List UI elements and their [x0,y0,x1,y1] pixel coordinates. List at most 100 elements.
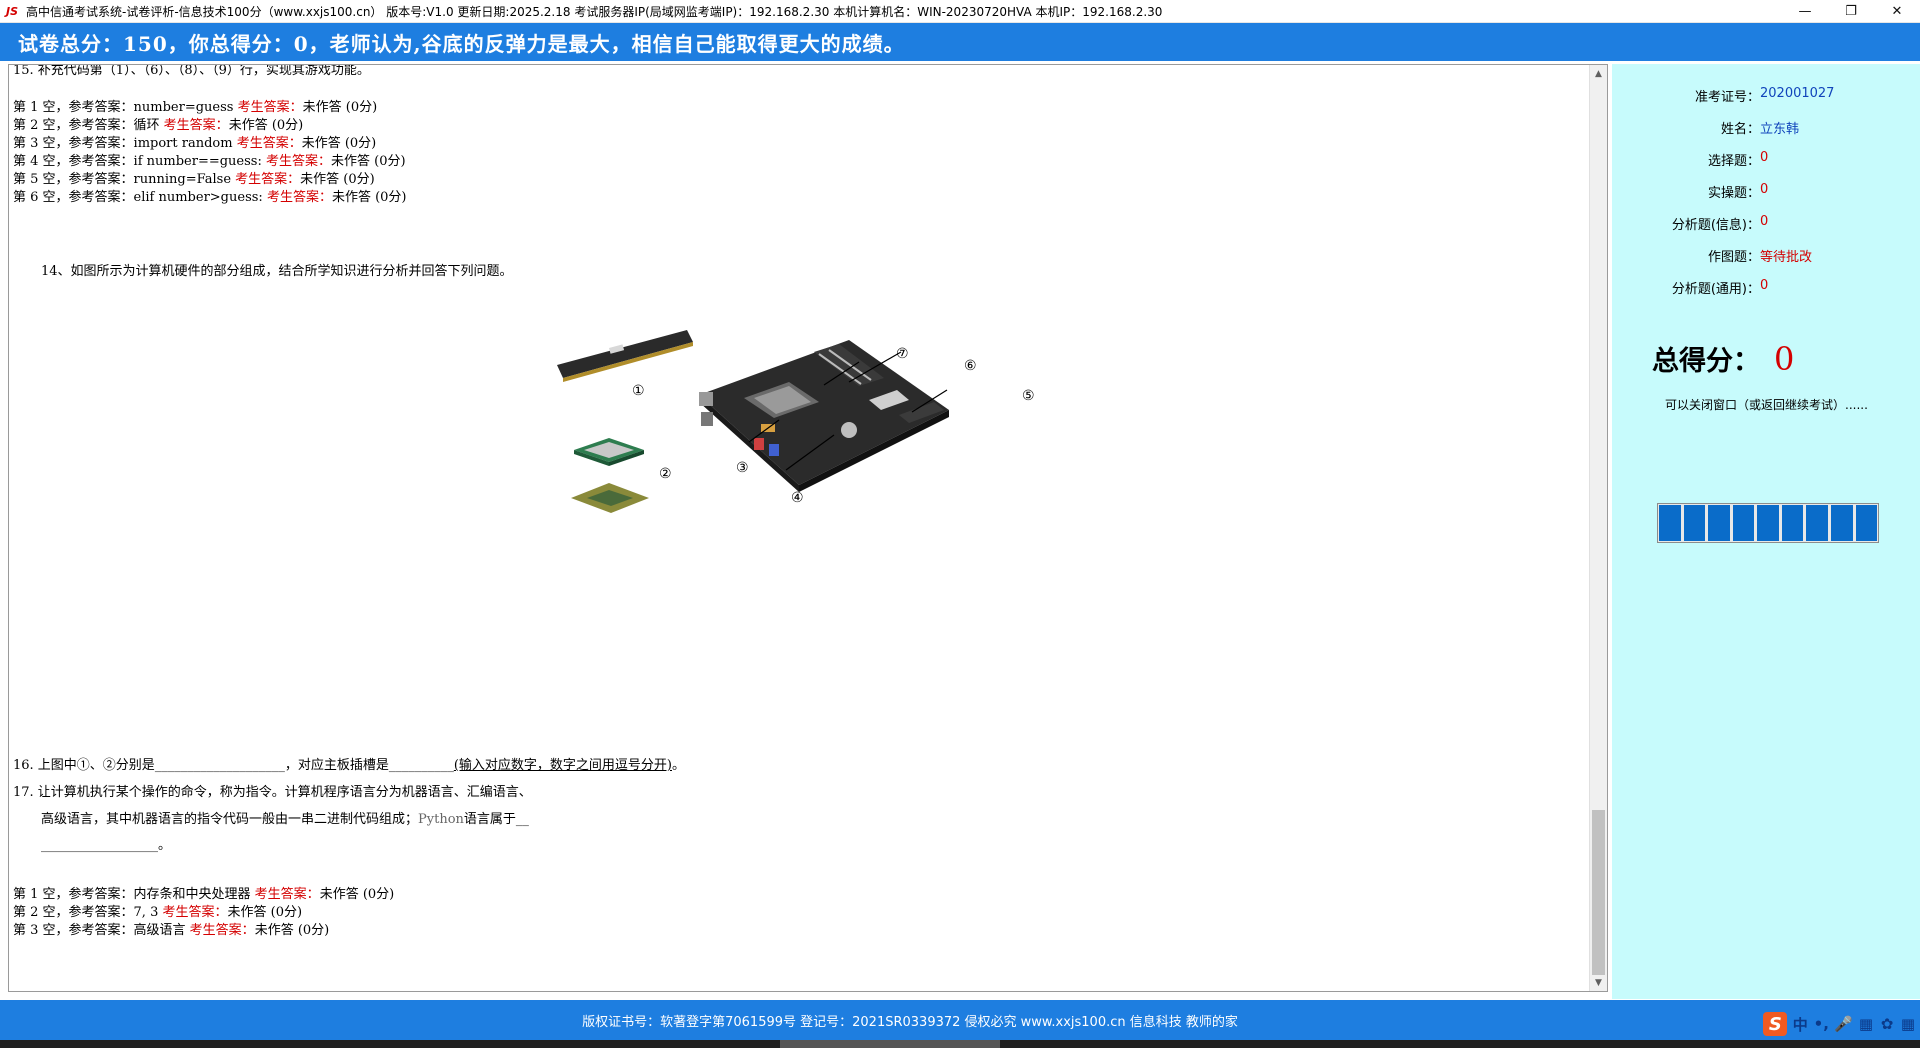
vertical-scrollbar[interactable]: ▲ ▼ [1589,65,1607,991]
answer-result: 未作答 (0分) [300,172,375,187]
scroll-down-icon[interactable]: ▼ [1590,974,1607,991]
sogou-ime-icon[interactable]: S [1763,1012,1788,1036]
q17-line-1: 17. 让计算机执行某个操作的命令，称为指令。计算机程序语言分为机器语言、汇编语… [13,785,532,800]
answer-reference: 第 5 空，参考答案：running=False [13,172,236,187]
answer-reference: 第 1 空，参考答案：number=guess [13,100,238,115]
practical-score-row: 实操题： 0 [1707,182,1768,201]
close-button[interactable]: ✕ [1874,0,1920,22]
answer-row: 第 1 空，参考答案：number=guess 考生答案：未作答 (0分) [13,96,377,115]
ime-chinese-mode-icon[interactable]: 中 [1792,1014,1808,1035]
window-title: 高中信通考试系统-试卷评析-信息技术100分（www.xxjs100.cn） 版… [26,4,1163,19]
ime-punctuation-icon[interactable]: •, [1813,1015,1829,1033]
progress-segment [1708,505,1730,541]
answer-result: 未作答 (0分) [228,118,304,133]
ime-toolbox-icon[interactable]: ▦ [1900,1015,1916,1033]
student-answer-label: 考生答案： [162,905,228,920]
total-score: 总得分： 0 [1652,339,1794,378]
student-answer-label: 考生答案： [254,887,320,902]
answer-result: 未作答 (0分) [254,923,330,938]
ime-skin-icon[interactable]: ✿ [1879,1015,1895,1033]
choice-score-row: 选择题： 0 [1708,150,1768,169]
minimize-button[interactable]: — [1782,0,1828,22]
progress-segment [1732,505,1755,541]
name-value: 立东韩 [1760,122,1800,137]
analysis-general-score-row: 分析题(通用)： 0 [1671,278,1768,297]
drawing-score-value: 等待批改 [1760,250,1813,265]
figure-label-1: ① [632,383,645,399]
q14-text: 14、如图所示为计算机硬件的部分组成，结合所学知识进行分析并回答下列问题。 [41,264,513,279]
total-score-value: 0 [1774,340,1795,378]
answer-row: 第 6 空，参考答案：elif number>guess: 考生答案：未作答 (… [13,186,407,205]
ime-voice-icon[interactable]: 🎤 [1834,1015,1853,1033]
app-logo-icon: JS [5,4,18,18]
choice-score-value: 0 [1760,150,1769,165]
close-window-note: 可以关闭窗口（或返回继续考试）...... [1665,398,1868,412]
figure-label-2: ② [659,466,672,482]
progress-segment [1806,505,1828,541]
answer-row: 第 4 空，参考答案：if number==guess: 考生答案：未作答 (0… [13,150,406,169]
practical-score-label: 实操题： [1707,186,1760,201]
answer-reference: 第 1 空，参考答案：内存条和中央处理器 [13,887,255,902]
analysis-info-score-row: 分析题(信息)： 0 [1672,214,1768,233]
student-answer-label: 考生答案： [237,100,303,115]
exam-id-value: 202001027 [1760,86,1835,101]
q17-python: Python [418,812,464,827]
figure-label-5: ⑤ [1022,388,1035,404]
figure-label-4: ④ [791,490,804,506]
answer-reference: 第 6 空，参考答案：elif number>guess: [13,190,267,205]
exam-id-label: 准考证号： [1694,90,1760,105]
progress-segment [1830,505,1853,541]
student-answer-label: 考生答案： [266,190,332,205]
name-row: 姓名： 立东韩 [1720,118,1799,137]
scroll-thumb[interactable] [1592,810,1605,975]
scroll-up-icon[interactable]: ▲ [1590,65,1607,82]
answer-row: 第 3 空，参考答案：高级语言 考生答案：未作答 (0分) [13,919,329,938]
maximize-button[interactable]: ❐ [1828,0,1874,22]
answer-row: 第 1 空，参考答案：内存条和中央处理器 考生答案：未作答 (0分) [13,883,394,902]
ime-keyboard-icon[interactable]: ▦ [1858,1015,1874,1033]
total-score-label: 总得分： [1652,346,1760,377]
progress-segment [1683,505,1706,541]
answer-reference: 第 3 空，参考答案：import random [13,136,237,151]
answer-reference: 第 3 空，参考答案：高级语言 [13,923,190,938]
q17-line-2-suffix: 语言属于__ [463,812,529,827]
copyright-text: 版权证书号：软著登字第7061599号 登记号：2021SR0339372 侵权… [582,1014,1238,1030]
answer-row: 第 3 空，参考答案：import random 考生答案：未作答 (0分) [13,132,376,151]
review-content-panel[interactable]: 15. 补充代码第（1）、（6）、（8）、（9）行，实现其游戏功能。 第 1 空… [8,64,1608,992]
q17-line-2-prefix: 高级语言，其中机器语言的指令代码一般由一串二进制代码组成； [41,812,419,827]
progress-bar [1657,503,1879,543]
answer-row: 第 2 空，参考答案：7, 3 考生答案：未作答 (0分) [13,901,302,920]
analysis-info-score-value: 0 [1760,214,1769,229]
progress-segment [1757,505,1779,541]
answer-result: 未作答 (0分) [319,887,395,902]
student-answer-label: 考生答案： [189,923,255,938]
figure-label-6: ⑥ [964,358,977,374]
q16-middle: ，对应主板插槽是 [284,758,389,773]
answer-result: 未作答 (0分) [331,190,407,205]
progress-segment [1781,505,1804,541]
cpu-image [574,438,644,466]
answer-reference: 第 4 空，参考答案：if number==guess: [13,154,266,169]
drawing-score-row: 作图题： 等待批改 [1708,246,1812,265]
name-label: 姓名： [1720,122,1760,137]
student-answer-label: 考生答案： [235,172,301,187]
practical-score-value: 0 [1760,182,1769,197]
ram-stick-image [557,330,693,382]
score-side-panel: 准考证号： 202001027 姓名： 立东韩 选择题： 0 实操题： 0 分析题(信息… [1612,64,1920,999]
answer-result: 未作答 (0分) [302,100,378,115]
answer-reference: 第 2 空，参考答案：循环 [13,118,164,133]
answer-result: 未作答 (0分) [227,905,303,920]
ime-toolbar[interactable]: S 中 •, 🎤 ▦ ✿ ▦ [1759,1008,1920,1040]
q17-line-3: __________________。 [41,838,172,853]
figure-label-7: ⑦ [896,346,909,362]
hardware-figure: ① ② ③ ④ ⑤ ⑥ ⑦ [549,320,1049,600]
score-banner-text: 试卷总分：150，你总得分：0，老师认为,谷底的反弹力是最大，相信自己能取得更大… [18,31,905,56]
hardware-illustration: ① ② ③ ④ ⑤ ⑥ ⑦ [557,330,1035,513]
q16-hint: (输入对应数字，数字之间用逗号分开) [453,758,672,773]
footer-bar: 版权证书号：软著登字第7061599号 登记号：2021SR0339372 侵权… [0,1000,1920,1040]
student-answer-label: 考生答案： [236,136,302,151]
q16-suffix: 。 [671,758,685,773]
analysis-general-score-label: 分析题(通用)： [1671,282,1760,297]
taskbar-active-item[interactable] [780,1040,1000,1048]
answer-result: 未作答 (0分) [301,136,377,151]
